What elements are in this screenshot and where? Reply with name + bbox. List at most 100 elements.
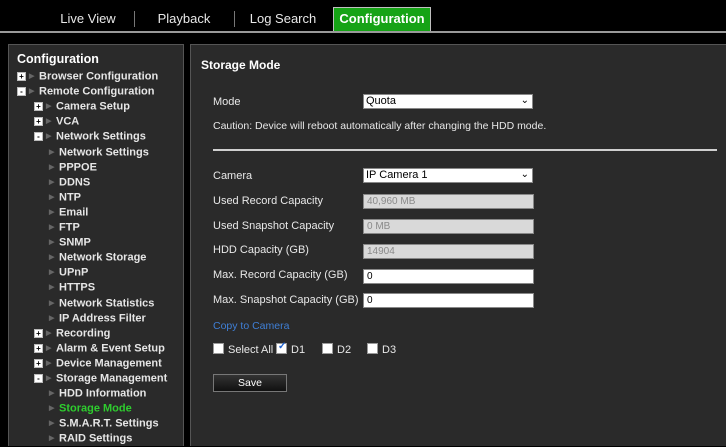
- sidebar-item-label: Network Settings: [56, 130, 146, 143]
- expand-icon[interactable]: +: [34, 343, 43, 353]
- expand-icon[interactable]: +: [34, 117, 43, 127]
- sidebar-item-label: S.M.A.R.T. Settings: [59, 417, 159, 430]
- checkmark-icon: ✓: [278, 341, 287, 352]
- max-record-capacity-input[interactable]: 0: [363, 269, 534, 284]
- sidebar-item-browser-configuration[interactable]: + ▶ Browser Configuration: [17, 69, 158, 84]
- camera-select[interactable]: IP Camera 1 ⌄: [363, 168, 533, 183]
- expand-icon[interactable]: +: [34, 328, 43, 338]
- sidebar-item-label: Browser Configuration: [39, 70, 159, 83]
- sidebar-item-label: Email: [59, 206, 89, 219]
- tree-arrow-icon: ▶: [29, 73, 35, 80]
- sidebar-item-email[interactable]: ▶ Email: [49, 205, 88, 220]
- d2-checkbox[interactable]: D2: [322, 343, 351, 356]
- tree-arrow-icon: ▶: [49, 163, 55, 171]
- select-all-checkbox[interactable]: Select All: [213, 343, 273, 356]
- sidebar-item-label: IP Address Filter: [59, 312, 146, 324]
- d3-checkbox[interactable]: D3: [367, 343, 396, 356]
- expand-icon[interactable]: +: [34, 102, 43, 112]
- sidebar-item-ip-address-filter[interactable]: ▶ IP Address Filter: [49, 311, 146, 326]
- tree-arrow-icon: ▶: [46, 375, 52, 382]
- tree-arrow-icon: ▶: [49, 254, 55, 262]
- sidebar-item-vca[interactable]: + ▶ VCA: [34, 114, 79, 129]
- tab-configuration[interactable]: Configuration: [333, 7, 431, 32]
- sidebar-item-storage-mode[interactable]: ▶ Storage Mode: [49, 401, 132, 416]
- sidebar-item-alarm-event-setup[interactable]: + ▶ Alarm & Event Setup: [34, 341, 165, 356]
- sidebar-item-upnp[interactable]: ▶ UPnP: [49, 265, 88, 280]
- sidebar-item-ddns[interactable]: ▶ DDNS: [49, 175, 90, 190]
- sidebar-item-label: Remote Configuration: [39, 85, 155, 98]
- tree-arrow-icon: ▶: [49, 224, 55, 231]
- sidebar-item-hdd-information[interactable]: ▶ HDD Information: [49, 386, 146, 401]
- hdd-capacity-field: 14904: [363, 244, 534, 259]
- sidebar-item-label: Storage Management: [56, 372, 168, 385]
- tree-arrow-icon: ▶: [49, 148, 55, 156]
- max-snapshot-capacity-input[interactable]: 0: [363, 293, 534, 308]
- mode-label: Mode: [213, 96, 241, 108]
- max-snapshot-capacity-label: Max. Snapshot Capacity (GB): [213, 294, 359, 306]
- used-snapshot-capacity-label: Used Snapshot Capacity: [213, 220, 335, 232]
- sidebar-item-storage-management[interactable]: - ▶ Storage Management: [34, 371, 167, 386]
- sidebar-item-network-settings[interactable]: - ▶ Network Settings: [34, 129, 146, 144]
- used-record-capacity-field: 40,960 MB: [363, 194, 534, 209]
- sidebar-item-label: FTP: [59, 221, 80, 234]
- expand-icon[interactable]: +: [34, 358, 43, 368]
- d1-checkbox[interactable]: ✓ D1: [276, 341, 305, 356]
- tree-arrow-icon: ▶: [49, 299, 55, 307]
- tree-arrow-icon: ▶: [49, 193, 55, 201]
- tab-live-view[interactable]: Live View: [42, 8, 135, 30]
- tab-log-search[interactable]: Log Search: [234, 8, 332, 30]
- sidebar-item-https[interactable]: ▶ HTTPS: [49, 280, 95, 295]
- tree-arrow-icon: ▶: [46, 359, 52, 367]
- sidebar-item-label: HDD Information: [59, 387, 147, 400]
- sidebar-item-network-storage[interactable]: ▶ Network Storage: [49, 250, 146, 265]
- collapse-icon[interactable]: -: [34, 132, 43, 142]
- sidebar-item-device-management[interactable]: + ▶ Device Management: [34, 356, 162, 371]
- sidebar-item-label: Network Statistics: [59, 296, 155, 309]
- hdd-capacity-label: HDD Capacity (GB): [213, 244, 309, 256]
- sidebar-item-remote-configuration[interactable]: - ▶ Remote Configuration: [17, 84, 155, 99]
- mode-select[interactable]: Quota ⌄: [363, 94, 533, 109]
- used-snapshot-capacity-field: 0 MB: [363, 219, 534, 234]
- config-sidebar: Configuration + ▶ Browser Configuration - ▶ R…: [8, 44, 184, 446]
- tree-arrow-icon: ▶: [49, 405, 55, 413]
- tree-arrow-icon: ▶: [46, 118, 52, 126]
- sidebar-item-label: DDNS: [59, 176, 91, 189]
- sidebar-title: Configuration: [17, 52, 99, 66]
- sidebar-item-label: Network Settings: [59, 145, 149, 158]
- sidebar-item-label: Camera Setup: [56, 100, 130, 113]
- sidebar-item-network-statistics[interactable]: ▶ Network Statistics: [49, 296, 154, 311]
- sidebar-item-label: Device Management: [56, 357, 162, 370]
- collapse-icon[interactable]: -: [34, 374, 43, 383]
- section-divider: [213, 149, 717, 151]
- sidebar-item-label: PPPOE: [59, 161, 97, 173]
- sidebar-item-s-m-a-r-t-settings[interactable]: ▶ S.M.A.R.T. Settings: [49, 416, 159, 431]
- sidebar-item-raid-settings[interactable]: ▶ RAID Settings: [49, 431, 132, 446]
- page-title: Storage Mode: [201, 58, 281, 72]
- sidebar-item-pppoe[interactable]: ▶ PPPOE: [49, 160, 97, 175]
- sidebar-item-ntp[interactable]: ▶ NTP: [49, 190, 81, 205]
- sidebar-item-label: Storage Mode: [59, 402, 132, 415]
- tree-arrow-icon: ▶: [49, 435, 55, 443]
- sidebar-item-label: HTTPS: [59, 281, 96, 294]
- sidebar-item-recording[interactable]: + ▶ Recording: [34, 326, 110, 341]
- save-button[interactable]: Save: [213, 374, 287, 392]
- sidebar-item-network-settings[interactable]: ▶ Network Settings: [49, 145, 149, 160]
- tree-arrow-icon: ▶: [49, 284, 55, 292]
- copy-to-camera-link[interactable]: Copy to Camera: [213, 320, 289, 332]
- chevron-down-icon: ⌄: [520, 95, 529, 106]
- max-record-capacity-label: Max. Record Capacity (GB): [213, 269, 348, 281]
- sidebar-item-ftp[interactable]: ▶ FTP: [49, 220, 80, 235]
- tree-arrow-icon: ▶: [49, 390, 55, 398]
- sidebar-item-camera-setup[interactable]: + ▶ Camera Setup: [34, 99, 130, 114]
- collapse-icon[interactable]: -: [17, 87, 26, 97]
- top-navigation: Live View Playback Log Search Configurat…: [0, 0, 726, 35]
- expand-icon[interactable]: +: [17, 72, 26, 81]
- sidebar-item-label: Alarm & Event Setup: [56, 342, 165, 355]
- sidebar-item-label: RAID Settings: [59, 432, 133, 445]
- tree-arrow-icon: ▶: [49, 314, 55, 322]
- sidebar-item-snmp[interactable]: ▶ SNMP: [49, 235, 91, 250]
- chevron-down-icon: ⌄: [520, 169, 529, 180]
- tab-playback[interactable]: Playback: [134, 8, 235, 30]
- tree-arrow-icon: ▶: [29, 88, 35, 96]
- sidebar-item-label: SNMP: [59, 236, 91, 249]
